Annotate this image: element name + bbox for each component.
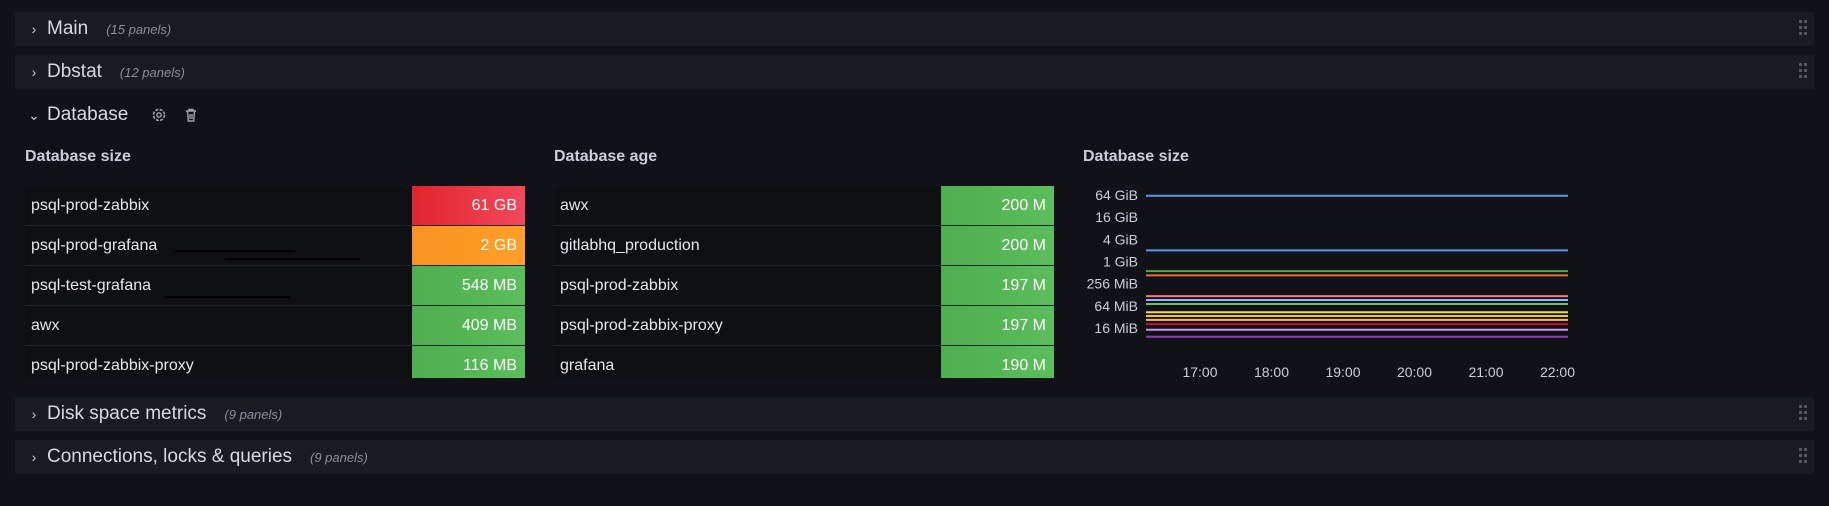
y-tick-label: 1 GiB: [1103, 254, 1138, 270]
db-name: awx: [560, 197, 589, 214]
db-age-value: 190 M: [941, 346, 1054, 378]
table-row[interactable]: awx 200 M: [554, 186, 1054, 226]
table-row[interactable]: psql-prod-zabbix-proxy 197 M: [554, 306, 1054, 346]
table-row[interactable]: psql-prod-grafana 2 GB: [25, 226, 525, 266]
table-row[interactable]: psql-prod-zabbix 197 M: [554, 266, 1054, 306]
y-tick-label: 64 GiB: [1095, 187, 1138, 203]
db-name: psql-prod-zabbix: [31, 197, 150, 214]
x-tick-label: 19:00: [1325, 364, 1360, 380]
row-title[interactable]: Disk space metrics: [47, 403, 206, 425]
row-title[interactable]: Database: [47, 104, 128, 126]
db-name: gitlabhq_production: [560, 237, 700, 254]
y-tick-label: 256 MiB: [1087, 276, 1138, 292]
row-panel-count: (12 panels): [119, 64, 185, 80]
database-size-table: psql-prod-zabbix 61 GB psql-prod-grafana…: [25, 186, 525, 378]
db-name: psql-prod-zabbix-proxy: [31, 357, 194, 374]
redaction-mark: [225, 258, 360, 260]
chevron-right-icon[interactable]: ›: [25, 21, 43, 37]
panel-title-database-age: Database age: [554, 148, 658, 165]
table-row[interactable]: psql-test-grafana 548 MB: [25, 266, 525, 306]
drag-handle-icon[interactable]: [1798, 447, 1808, 467]
db-age-value: 200 M: [941, 186, 1054, 225]
db-name: awx: [31, 317, 60, 334]
db-size-value: 409 MB: [412, 306, 525, 345]
chart-svg[interactable]: 64 GiB 16 GiB 4 GiB 1 GiB 256 MiB 64 MiB 16 Mi…: [1082, 178, 1580, 388]
x-tick-label: 18:00: [1254, 364, 1289, 380]
y-tick-label: 4 GiB: [1103, 231, 1138, 247]
row-panel-count: (9 panels): [224, 406, 283, 422]
db-name-text: psql-test-grafana: [31, 277, 152, 294]
table-row[interactable]: psql-prod-zabbix-proxy 116 MB: [25, 346, 525, 378]
gear-icon[interactable]: [150, 106, 168, 124]
chevron-down-icon[interactable]: ⌄: [25, 107, 43, 124]
redaction-mark: [165, 296, 290, 298]
db-name: grafana: [560, 357, 615, 374]
db-size-value: 548 MB: [412, 266, 525, 305]
drag-handle-icon[interactable]: [1798, 404, 1808, 424]
row-dbstat[interactable]: › Dbstat (12 panels): [15, 55, 1814, 89]
x-tick-label: 21:00: [1468, 364, 1503, 380]
db-name: psql-prod-grafana: [25, 226, 412, 265]
db-age-value: 197 M: [941, 306, 1054, 345]
row-title[interactable]: Connections, locks & queries: [47, 446, 292, 468]
row-connections-locks-queries[interactable]: › Connections, locks & queries (9 panels…: [15, 440, 1814, 474]
trash-icon[interactable]: [182, 106, 200, 124]
redaction-mark: [175, 250, 295, 252]
chevron-right-icon[interactable]: ›: [25, 64, 43, 80]
row-disk-space-metrics[interactable]: › Disk space metrics (9 panels): [15, 397, 1814, 431]
row-database[interactable]: ⌄ Database: [15, 98, 415, 132]
database-size-chart[interactable]: 64 GiB 16 GiB 4 GiB 1 GiB 256 MiB 64 MiB 16 Mi…: [1082, 178, 1580, 388]
row-panel-count: (15 panels): [106, 21, 172, 37]
drag-handle-icon[interactable]: [1798, 62, 1808, 82]
row-main[interactable]: › Main (15 panels): [15, 12, 1814, 46]
database-age-table: awx 200 M gitlabhq_production 200 M psql…: [554, 186, 1054, 378]
table-row[interactable]: psql-prod-zabbix 61 GB: [25, 186, 525, 226]
row-title[interactable]: Dbstat: [47, 61, 102, 83]
chevron-right-icon[interactable]: ›: [25, 449, 43, 465]
y-tick-label: 16 MiB: [1094, 320, 1138, 336]
table-row[interactable]: awx 409 MB: [25, 306, 525, 346]
db-age-value: 197 M: [941, 266, 1054, 305]
table-row[interactable]: grafana 190 M: [554, 346, 1054, 378]
db-name: psql-test-grafana: [25, 266, 412, 305]
drag-handle-icon[interactable]: [1798, 19, 1808, 39]
y-tick-label: 64 MiB: [1094, 298, 1138, 314]
panel-title-database-size: Database size: [25, 148, 131, 165]
x-tick-label: 20:00: [1397, 364, 1432, 380]
x-tick-label: 17:00: [1182, 364, 1217, 380]
table-row[interactable]: gitlabhq_production 200 M: [554, 226, 1054, 266]
db-name-text: psql-prod-grafana: [31, 237, 158, 254]
y-tick-label: 16 GiB: [1095, 209, 1138, 225]
db-size-value: 116 MB: [412, 346, 525, 378]
panel-title-database-size-chart: Database size: [1083, 148, 1189, 165]
db-name: psql-prod-zabbix: [560, 277, 679, 294]
db-size-value: 61 GB: [412, 186, 525, 225]
chevron-right-icon[interactable]: ›: [25, 406, 43, 422]
db-name: psql-prod-zabbix-proxy: [560, 317, 723, 334]
x-tick-label: 22:00: [1540, 364, 1575, 380]
row-title[interactable]: Main: [47, 18, 88, 40]
db-size-value: 2 GB: [412, 226, 525, 265]
row-panel-count: (9 panels): [310, 449, 368, 465]
db-age-value: 200 M: [941, 226, 1054, 265]
